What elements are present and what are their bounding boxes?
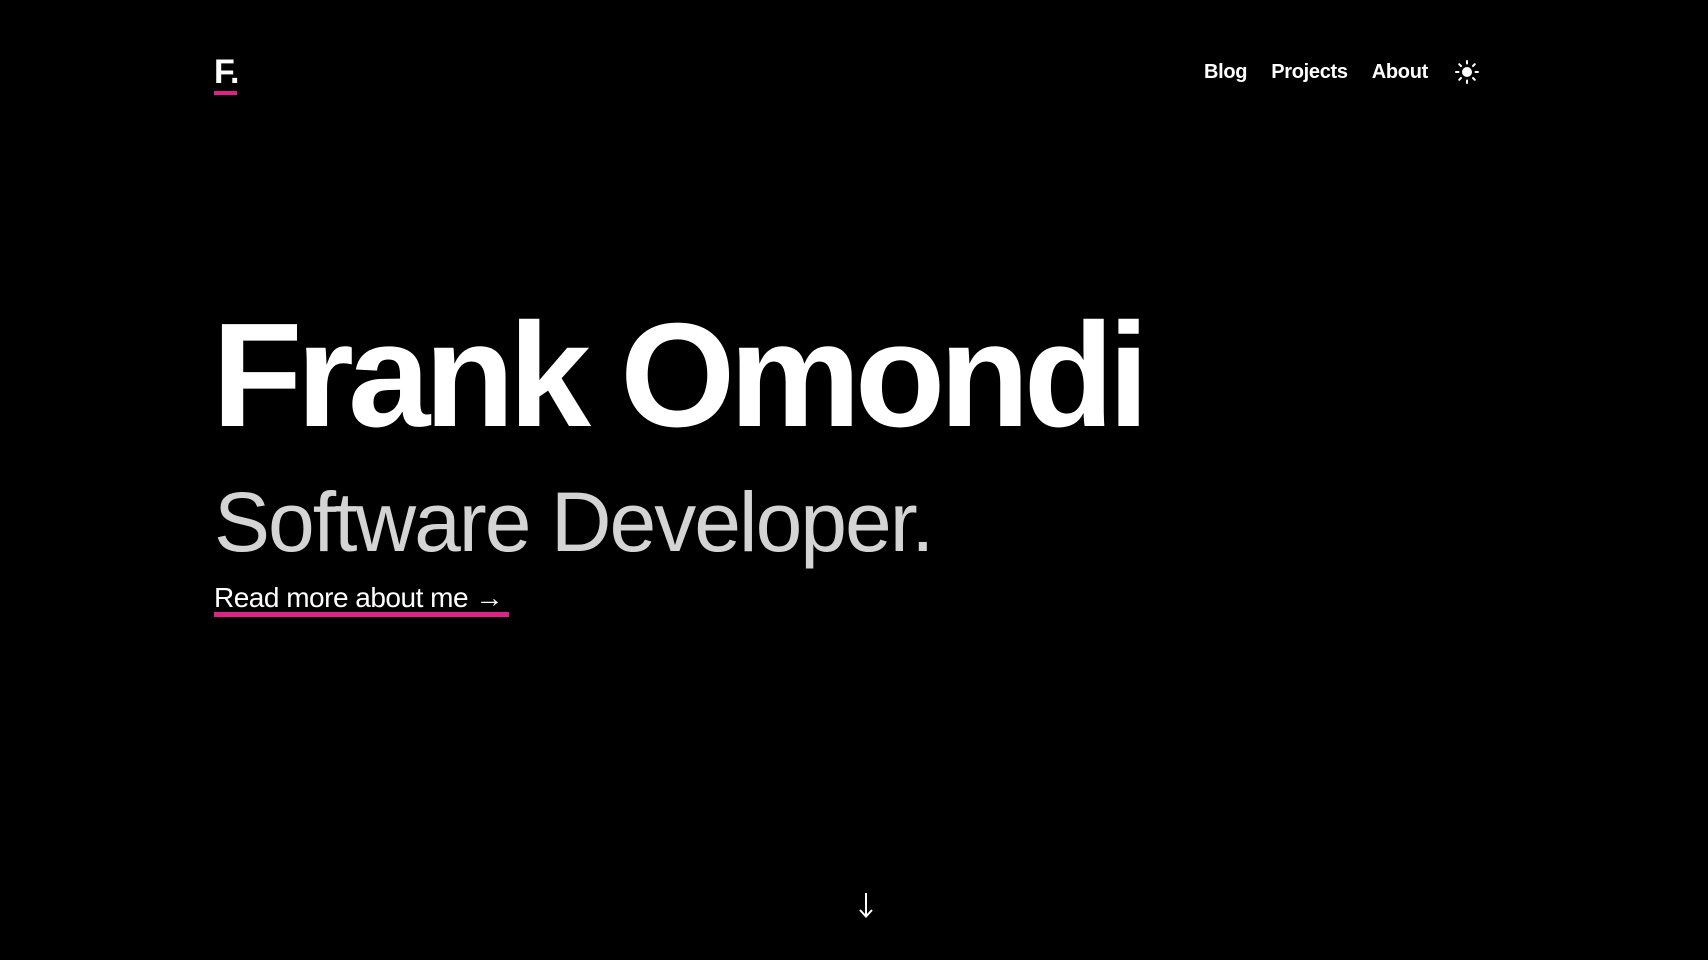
logo-underline — [214, 91, 237, 95]
page: F. Blog Projects About Frank Omondi Soft… — [0, 0, 1708, 960]
site-logo[interactable]: F. — [214, 52, 239, 92]
sun-icon — [1455, 60, 1479, 84]
main-nav: Blog Projects About — [1180, 58, 1480, 86]
theme-toggle-button[interactable] — [1454, 59, 1480, 85]
arrow-down-icon — [859, 893, 873, 918]
nav-link-about[interactable]: About — [1372, 58, 1429, 86]
hero-role: Software Developer. — [214, 475, 934, 569]
hero-name: Frank Omondi — [212, 293, 1149, 458]
nav-link-projects[interactable]: Projects — [1271, 58, 1348, 86]
read-more-link[interactable]: Read more about me → — [214, 580, 503, 616]
scroll-down-button[interactable] — [856, 890, 876, 920]
nav-link-blog[interactable]: Blog — [1204, 58, 1248, 86]
read-more-underline — [214, 612, 509, 617]
